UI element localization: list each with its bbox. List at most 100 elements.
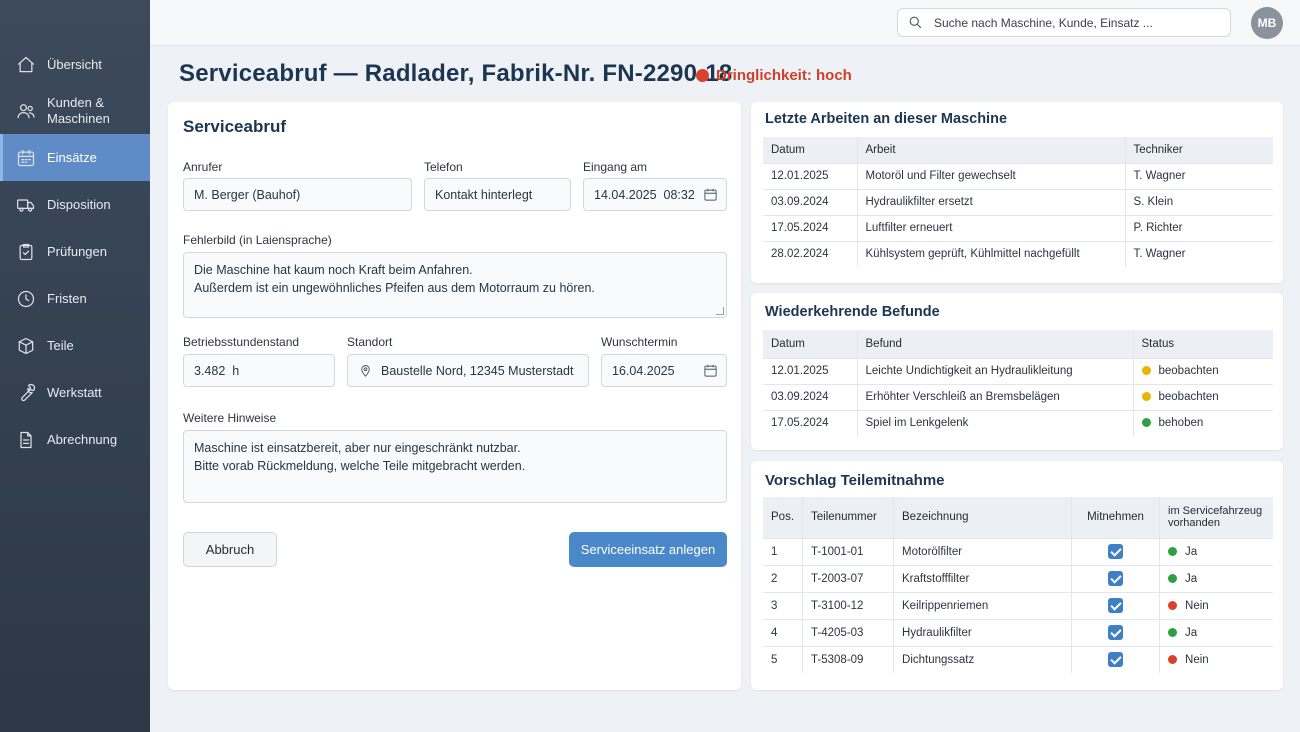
column-header: Befund: [856, 330, 1133, 358]
sidebar-item-label: Einsätze: [47, 149, 97, 165]
sidebar-item-werkstatt[interactable]: Werkstatt: [0, 369, 150, 416]
sidebar-item-disposition[interactable]: Disposition: [0, 181, 150, 228]
cell-status: behoben: [1132, 409, 1273, 436]
available-label: Nein: [1185, 653, 1209, 666]
fault-line: Außerdem ist ein ungewöhnliches Pfeifen …: [194, 281, 595, 295]
urgency-badge: Dringlichkeit: hoch: [696, 67, 852, 84]
sidebar-item-kunden-maschinen[interactable]: Kunden & Maschinen: [0, 88, 150, 134]
location-value: Baustelle Nord, 12345 Musterstadt: [381, 363, 574, 378]
notes-label: Weitere Hinweise: [183, 411, 277, 425]
notes-line: Bitte vorab Rückmeldung, welche Teile mi…: [194, 459, 526, 473]
available-label: Ja: [1185, 626, 1198, 639]
desired-date-label: Wunschtermin: [601, 335, 678, 349]
take-checkbox[interactable]: [1108, 652, 1124, 668]
cell-pos: 4: [763, 618, 803, 646]
available-label: Ja: [1185, 545, 1198, 558]
cell-part-number: T-1001-01: [802, 537, 894, 565]
take-checkbox[interactable]: [1108, 625, 1124, 640]
sidebar-item-einsaetze[interactable]: Einsätze: [0, 134, 150, 181]
cell-pos: 1: [763, 537, 803, 565]
column-header: Techniker: [1124, 137, 1273, 163]
sidebar-item-pruefungen[interactable]: Prüfungen: [0, 228, 150, 275]
notes-textarea[interactable]: Maschine ist einsatzbereit, aber nur ein…: [183, 430, 727, 503]
search-input[interactable]: [934, 15, 1224, 30]
cell-part-number: T-2003-07: [802, 564, 894, 592]
location-field[interactable]: Baustelle Nord, 12345 Musterstadt: [347, 354, 589, 387]
caller-field[interactable]: M. Berger (Bauhof): [183, 178, 412, 211]
cell-status: beobachten: [1132, 357, 1273, 384]
cancel-button[interactable]: Abbruch: [183, 532, 277, 567]
cell-finding: Spiel im Lenkgelenk: [856, 409, 1133, 436]
status-label: beobachten: [1158, 365, 1219, 377]
take-checkbox[interactable]: [1108, 598, 1124, 613]
parts-table: Pos. Teilenummer Bezeichnung Mitnehmen i…: [763, 497, 1273, 673]
table-row[interactable]: 4 T-4205-03 Hydraulikfilter Ja: [763, 618, 1273, 646]
search-icon: [909, 16, 922, 29]
fault-label: Fehlerbild (in Laiensprache): [183, 233, 332, 247]
operating-hours-field[interactable]: 3.482 h: [183, 354, 335, 387]
table-row[interactable]: 12.01.2025 Leichte Undichtigkeit an Hydr…: [763, 357, 1273, 384]
form-title: Serviceabruf: [183, 117, 286, 136]
findings-title: Wiederkehrende Befunde: [765, 304, 940, 320]
sidebar-item-label: Fristen: [47, 290, 87, 306]
table-row[interactable]: 1 T-1001-01 Motorölfilter Ja: [763, 537, 1273, 565]
table-row[interactable]: 17.05.2024 Luftfilter erneuert P. Richte…: [763, 214, 1273, 241]
table-row[interactable]: 03.09.2024 Hydraulikfilter ersetzt S. Kl…: [763, 188, 1273, 215]
home-icon: [16, 55, 36, 75]
recent-work-table: Datum Arbeit Techniker 12.01.2025 Motorö…: [763, 137, 1273, 267]
calendar-icon[interactable]: [703, 363, 718, 378]
table-row[interactable]: 2 T-2003-07 Kraftstofffilter Ja: [763, 564, 1273, 592]
status-dot: [1141, 392, 1151, 401]
avatar[interactable]: MB: [1251, 7, 1283, 39]
cell-work: Luftfilter erneuert: [856, 214, 1125, 241]
cell-date: 03.09.2024: [763, 383, 857, 410]
cell-pos: 2: [763, 564, 803, 592]
phone-value: Kontakt hinterlegt: [435, 187, 533, 202]
take-checkbox[interactable]: [1108, 571, 1124, 586]
sidebar-nav: Übersicht Kunden & Maschinen Einsätze Di…: [0, 40, 150, 463]
table-row[interactable]: 3 T-3100-12 Keilrippenriemen Nein: [763, 591, 1273, 619]
search-box[interactable]: [897, 8, 1231, 37]
sidebar-item-label: Kunden & Maschinen: [47, 95, 110, 126]
status-dot: [1168, 546, 1178, 556]
table-row[interactable]: 12.01.2025 Motoröl und Filter gewechselt…: [763, 162, 1273, 189]
received-datetime-field[interactable]: 14.04.2025 08:32: [583, 178, 727, 211]
calendar-icon: [16, 148, 36, 168]
parts-title: Vorschlag Teilemitnahme: [765, 472, 945, 489]
cell-take: [1071, 564, 1160, 592]
cell-finding: Leichte Undichtigkeit an Hydraulikleitun…: [856, 357, 1133, 384]
cell-part-name: Dichtungssatz: [893, 645, 1072, 673]
sidebar-item-uebersicht[interactable]: Übersicht: [0, 41, 150, 88]
sidebar-item-abrechnung[interactable]: Abrechnung: [0, 416, 150, 463]
sidebar-item-label: Werkstatt: [47, 384, 102, 400]
status-label: behoben: [1158, 417, 1204, 430]
cell-pos: 5: [763, 645, 803, 673]
table-row[interactable]: 28.02.2024 Kühlsystem geprüft, Kühlmitte…: [763, 240, 1273, 267]
cell-work: Hydraulikfilter ersetzt: [856, 188, 1125, 215]
calendar-icon[interactable]: [703, 187, 718, 202]
truck-icon: [16, 195, 36, 215]
sidebar-item-teile[interactable]: Teile: [0, 322, 150, 369]
document-icon: [16, 430, 36, 450]
caller-label: Anrufer: [183, 160, 223, 174]
cell-work: Motoröl und Filter gewechselt: [856, 162, 1125, 189]
phone-field[interactable]: Kontakt hinterlegt: [424, 178, 571, 211]
status-dot: [1168, 627, 1178, 637]
cell-part-name: Motorölfilter: [893, 537, 1072, 565]
create-service-button[interactable]: Serviceeinsatz anlegen: [569, 532, 727, 567]
cell-technician: S. Klein: [1124, 188, 1273, 215]
available-label: Ja: [1185, 572, 1198, 585]
cell-status: beobachten: [1132, 383, 1273, 410]
sidebar-item-fristen[interactable]: Fristen: [0, 275, 150, 322]
wrench-icon: [16, 383, 36, 403]
resize-handle[interactable]: [716, 307, 724, 315]
cell-technician: T. Wagner: [1124, 162, 1273, 189]
take-checkbox[interactable]: [1108, 544, 1124, 559]
table-row[interactable]: 03.09.2024 Erhöhter Verschleiß an Bremsb…: [763, 383, 1273, 410]
table-row[interactable]: 17.05.2024 Spiel im Lenkgelenk behoben: [763, 409, 1273, 436]
desired-date-field[interactable]: 16.04.2025: [601, 354, 727, 387]
fault-description-textarea[interactable]: Die Maschine hat kaum noch Kraft beim An…: [183, 252, 727, 318]
sidebar-item-label: Übersicht: [47, 56, 102, 72]
table-row[interactable]: 5 T-5308-09 Dichtungssatz Nein: [763, 645, 1273, 673]
column-header: Arbeit: [856, 137, 1125, 163]
